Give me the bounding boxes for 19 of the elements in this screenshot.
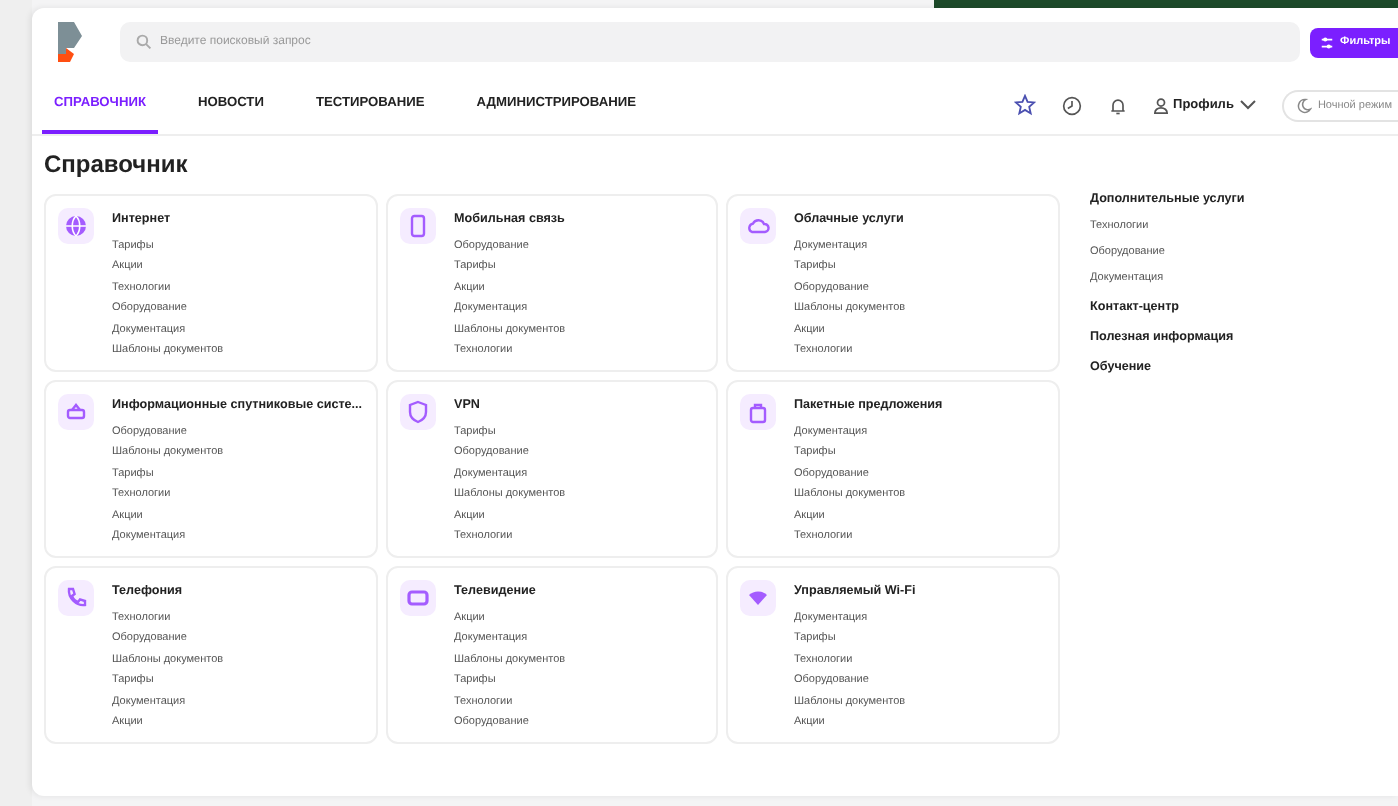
- person-icon: [1153, 97, 1168, 113]
- satellite-icon: [64, 400, 88, 424]
- sliders-icon: [1320, 35, 1334, 49]
- handset-icon: [64, 586, 88, 610]
- phone-icon: [406, 214, 430, 238]
- star-icon[interactable]: [1013, 94, 1036, 116]
- chevron-down-icon: [1239, 100, 1256, 110]
- clock-icon[interactable]: [1061, 95, 1082, 115]
- moon-icon: [1295, 97, 1312, 113]
- tv-icon: [406, 586, 430, 610]
- search-icon: [136, 34, 152, 50]
- shield-icon: [406, 400, 430, 424]
- globe-icon: [64, 214, 88, 238]
- wifi-icon: [746, 586, 770, 610]
- cloud-icon: [746, 214, 770, 238]
- page-title: Справочник: [44, 148, 190, 182]
- logo-icon[interactable]: [56, 22, 84, 62]
- bag-icon: [746, 400, 770, 424]
- bell-icon[interactable]: [1107, 95, 1128, 115]
